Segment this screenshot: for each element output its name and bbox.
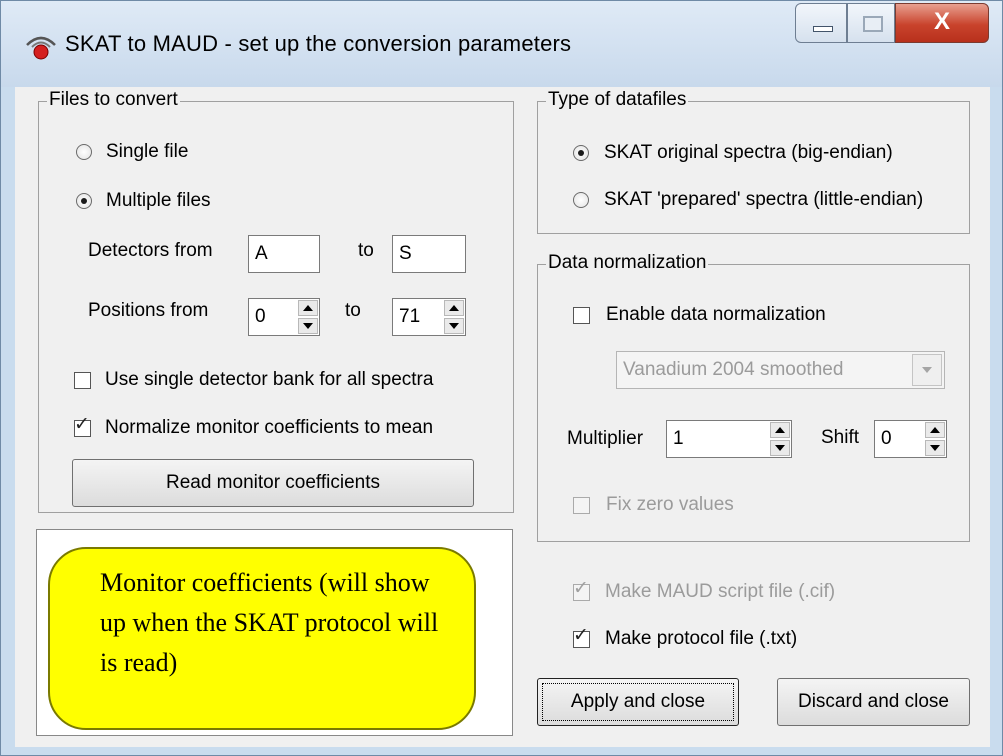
close-button[interactable]: X: [895, 3, 989, 43]
maximize-button[interactable]: [847, 3, 895, 43]
datafiles-group-legend: Type of datafiles: [546, 89, 689, 111]
read-monitor-coefficients-button[interactable]: Read monitor coefficients: [72, 459, 474, 507]
shift-spin[interactable]: [925, 422, 945, 456]
skat-original-radio[interactable]: [573, 145, 589, 161]
dialog-window: SKAT to MAUD - set up the conversion par…: [0, 0, 1003, 756]
files-group-legend: Files to convert: [47, 89, 180, 111]
spin-down-icon[interactable]: [444, 318, 464, 334]
protocol-file-checkbox[interactable]: ✓: [573, 626, 590, 648]
skat-original-label[interactable]: SKAT original spectra (big-endian): [604, 142, 893, 164]
spin-up-icon[interactable]: [444, 300, 464, 316]
single-file-radio[interactable]: [76, 144, 92, 160]
checkmark-icon: ✓: [573, 578, 589, 599]
enable-normalization-checkbox[interactable]: [573, 307, 590, 324]
positions-from-label: Positions from: [88, 300, 209, 321]
protocol-file-label[interactable]: Make protocol file (.txt): [605, 628, 797, 650]
skat-prepared-radio[interactable]: [573, 192, 589, 208]
minimize-button[interactable]: [795, 3, 847, 43]
fix-zero-checkbox: [573, 497, 590, 514]
detectors-from-label: Detectors from: [88, 240, 213, 261]
data-normalization-group: Data normalization Enable data normaliza…: [537, 252, 970, 542]
maud-script-label: Make MAUD script file (.cif): [605, 581, 836, 602]
positions-from-spin[interactable]: [298, 300, 318, 334]
multiplier-label: Multiplier: [567, 428, 644, 449]
multiple-files-radio[interactable]: [76, 193, 92, 209]
checkmark-icon: ✓: [74, 414, 90, 435]
type-of-datafiles-group: Type of datafiles SKAT original spectra …: [537, 89, 970, 234]
apply-and-close-button[interactable]: Apply and close: [537, 678, 739, 726]
maud-script-checkbox: ✓: [573, 579, 590, 601]
enable-normalization-label[interactable]: Enable data normalization: [606, 304, 826, 326]
single-bank-label[interactable]: Use single detector bank for all spectra: [105, 369, 433, 391]
discard-and-close-button[interactable]: Discard and close: [777, 678, 970, 726]
app-icon: [26, 36, 56, 60]
spin-up-icon[interactable]: [298, 300, 318, 316]
shift-stepper[interactable]: 0: [874, 420, 947, 458]
minimize-icon: [813, 26, 833, 32]
normalize-label[interactable]: Normalize monitor coefficients to mean: [105, 417, 433, 439]
single-file-label[interactable]: Single file: [106, 141, 188, 163]
title-bar[interactable]: SKAT to MAUD - set up the conversion par…: [1, 1, 1002, 87]
multiplier-spin[interactable]: [770, 422, 790, 456]
dialog-client-area: Files to convert Single file Multiple fi…: [15, 87, 990, 747]
shift-label: Shift: [821, 427, 860, 448]
positions-from-stepper[interactable]: 0: [248, 298, 320, 336]
detectors-from-input[interactable]: A: [248, 235, 320, 273]
spin-down-icon[interactable]: [925, 440, 945, 456]
skat-prepared-label[interactable]: SKAT 'prepared' spectra (little-endian): [604, 189, 923, 211]
detectors-to-input[interactable]: S: [392, 235, 466, 273]
detectors-to-label: to: [358, 240, 374, 261]
normalization-dataset-select[interactable]: Vanadium 2004 smoothed: [616, 351, 945, 389]
window-title: SKAT to MAUD - set up the conversion par…: [65, 31, 572, 56]
single-bank-checkbox[interactable]: [74, 372, 91, 389]
spin-up-icon[interactable]: [770, 422, 790, 438]
normalize-checkbox[interactable]: ✓: [74, 415, 91, 437]
fix-zero-label: Fix zero values: [606, 494, 734, 515]
positions-to-spin[interactable]: [444, 300, 464, 334]
multiplier-stepper[interactable]: 1: [666, 420, 792, 458]
checkmark-icon: ✓: [573, 625, 589, 646]
spin-down-icon[interactable]: [770, 440, 790, 456]
multiple-files-label[interactable]: Multiple files: [106, 190, 211, 212]
chevron-down-icon[interactable]: [912, 354, 942, 386]
files-to-convert-group: Files to convert Single file Multiple fi…: [38, 89, 514, 513]
maximize-icon: [863, 16, 883, 32]
positions-to-stepper[interactable]: 71: [392, 298, 466, 336]
positions-to-label: to: [345, 300, 361, 321]
close-icon: X: [933, 8, 950, 35]
focus-rectangle: [542, 683, 734, 721]
monitor-coefficients-callout: Monitor coefficients (will show up when …: [48, 547, 476, 730]
spin-down-icon[interactable]: [298, 318, 318, 334]
spin-up-icon[interactable]: [925, 422, 945, 438]
normalization-group-legend: Data normalization: [546, 252, 709, 274]
